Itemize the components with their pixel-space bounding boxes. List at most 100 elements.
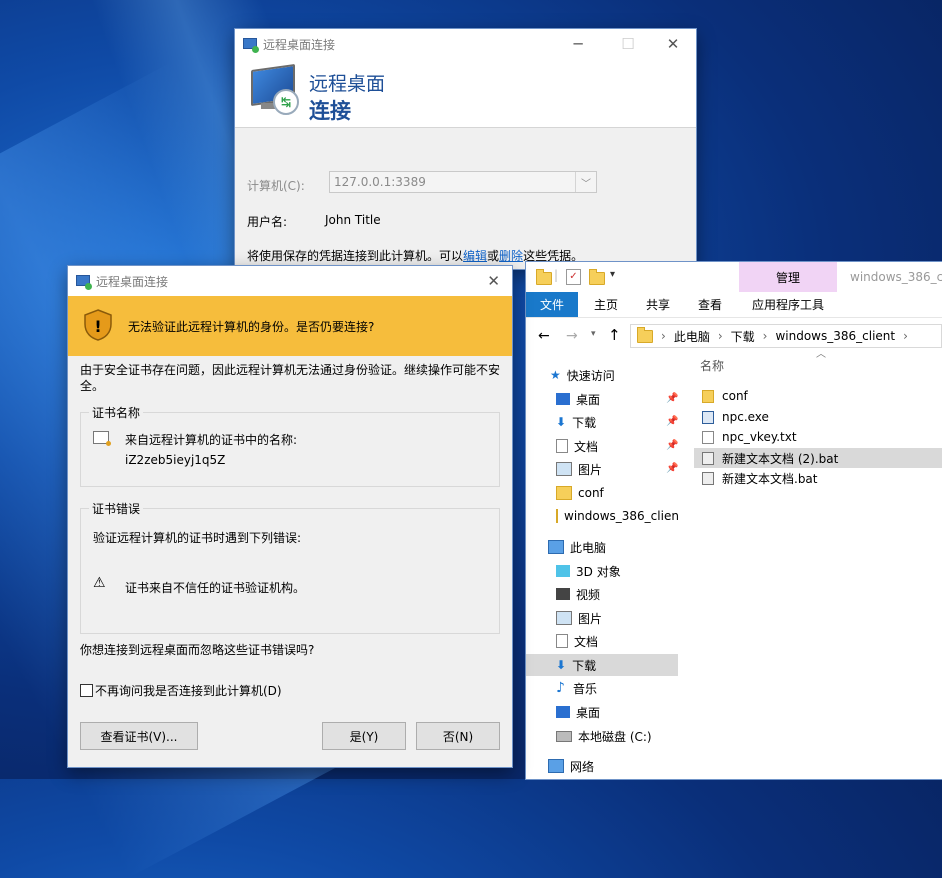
credentials-text: 将使用保存的凭据连接到此计算机。可以	[247, 249, 464, 263]
breadcrumb-current-folder[interactable]: windows_386_client	[775, 329, 895, 343]
file-row[interactable]: 新建文本文档.bat	[694, 468, 942, 488]
download-arrow-icon: ⬇	[556, 658, 567, 672]
nav-conf[interactable]: conf	[556, 482, 604, 504]
nav-label: 网络	[570, 759, 595, 774]
nav-downloads-pc[interactable]: ⬇ 下载	[526, 654, 678, 676]
delete-credentials-link[interactable]: 删除	[499, 249, 523, 263]
nav-desktop[interactable]: 桌面	[556, 388, 600, 410]
cube-icon	[556, 565, 570, 577]
pin-icon[interactable]: 📌	[666, 393, 678, 404]
file-row[interactable]: npc_vkey.txt	[694, 427, 942, 447]
nav-this-pc[interactable]: 此电脑	[548, 536, 606, 558]
nav-quick-access[interactable]: ★ 快速访问	[550, 364, 615, 386]
up-arrow-icon[interactable]: ↑	[608, 326, 621, 344]
file-row[interactable]: npc.exe	[694, 407, 942, 427]
tab-file[interactable]: 文件	[526, 292, 579, 317]
edit-credentials-link[interactable]: 编辑	[463, 249, 487, 263]
tab-share[interactable]: 共享	[646, 292, 670, 317]
recent-locations-chevron-icon[interactable]: ▾	[591, 329, 596, 339]
nav-downloads[interactable]: ⬇ 下载	[556, 411, 596, 433]
computer-label: 计算机(C):	[247, 179, 305, 193]
folder-icon	[702, 389, 714, 403]
tab-view[interactable]: 查看	[698, 292, 722, 317]
batch-file-icon	[702, 451, 714, 465]
banner-subtitle: 连接	[309, 99, 351, 123]
warning-message: 无法验证此远程计算机的身份。是否仍要连接?	[128, 320, 375, 334]
document-icon	[556, 634, 568, 648]
nav-label: 文档	[574, 439, 599, 454]
address-bar[interactable]: › 此电脑 › 下载 › windows_386_client ›	[630, 324, 942, 348]
nav-desktop-pc[interactable]: 桌面	[556, 701, 600, 723]
close-button[interactable]: ✕	[487, 272, 500, 290]
tab-manage[interactable]: 管理	[739, 262, 837, 292]
pin-icon[interactable]: 📌	[666, 463, 678, 474]
folder-icon	[637, 326, 653, 343]
pin-icon[interactable]: 📌	[666, 440, 678, 451]
music-note-icon: ♪	[556, 680, 565, 696]
nav-3d-objects[interactable]: 3D 对象	[556, 560, 621, 582]
file-row[interactable]: 新建文本文档 (2).bat	[694, 448, 942, 468]
nav-label: windows_386_clien	[564, 509, 678, 523]
nav-pictures-pc[interactable]: 图片	[556, 607, 602, 629]
forward-arrow-icon[interactable]: →	[566, 328, 578, 344]
file-row[interactable]: conf	[694, 386, 942, 406]
nav-network[interactable]: 网络	[548, 755, 594, 777]
new-folder-icon[interactable]	[589, 269, 605, 285]
nav-documents[interactable]: 文档	[556, 435, 598, 457]
column-header-name[interactable]: 名称	[700, 357, 724, 374]
drive-icon	[556, 730, 572, 742]
nav-client-folder[interactable]: windows_386_clien	[556, 505, 678, 527]
tab-application-tools[interactable]: 应用程序工具	[739, 292, 837, 317]
pin-icon[interactable]: 📌	[666, 416, 678, 427]
chevron-down-icon[interactable]: ﹀	[575, 172, 596, 192]
breadcrumb-downloads[interactable]: 下载	[731, 328, 755, 345]
breadcrumb-separator: ›	[903, 329, 908, 343]
username-value: John Title	[325, 213, 381, 227]
minimize-button[interactable]: ─	[555, 29, 601, 59]
nav-videos[interactable]: 视频	[556, 583, 600, 605]
file-name: npc_vkey.txt	[722, 430, 797, 444]
back-arrow-icon[interactable]: ←	[538, 328, 550, 344]
nav-label: 3D 对象	[576, 564, 621, 579]
dialog-titlebar: 远程桌面连接 ✕	[68, 266, 512, 296]
nav-local-disk[interactable]: 本地磁盘 (C:)	[556, 725, 652, 747]
separator: |	[554, 268, 559, 282]
nav-pictures[interactable]: 图片	[556, 458, 602, 480]
rdp-titlebar: 远程桌面连接 ─ ☐ ✕	[235, 29, 696, 59]
folder-icon	[536, 269, 552, 285]
download-arrow-icon: ⬇	[556, 415, 567, 429]
credentials-text: 这些凭据。	[523, 249, 584, 263]
folder-icon	[556, 509, 558, 523]
customize-toolbar-chevron-icon[interactable]: ▾	[610, 269, 615, 280]
nav-music[interactable]: ♪ 音乐	[556, 677, 597, 699]
credentials-text: 或	[487, 249, 500, 263]
dont-ask-checkbox-label[interactable]: 不再询问我是否连接到此计算机(D)	[95, 682, 282, 699]
desktop-icon	[556, 393, 570, 405]
network-icon	[548, 759, 564, 773]
tab-home[interactable]: 主页	[594, 292, 618, 317]
yes-button[interactable]: 是(Y)	[322, 722, 406, 750]
nav-label: 下载	[572, 658, 597, 673]
close-button[interactable]: ✕	[650, 29, 696, 59]
maximize-button[interactable]: ☐	[605, 29, 651, 59]
quick-access-toolbar: | ✓ ▾ 管理 windows_386_clie	[526, 262, 942, 292]
text-file-icon	[702, 430, 714, 444]
properties-icon[interactable]: ✓	[566, 269, 581, 285]
intro-text: 由于安全证书存在问题，因此远程计算机无法通过身份验证。继续操作可能不安全。	[80, 363, 501, 393]
dont-ask-checkbox[interactable]	[80, 684, 93, 697]
nav-label: 桌面	[576, 392, 601, 407]
dialog-title: 远程桌面连接	[96, 274, 169, 289]
navigation-bar: ← → ▾ ↑ › 此电脑 › 下载 › windows_386_client …	[526, 318, 942, 354]
svg-text:!: !	[94, 317, 101, 336]
nav-label: 下载	[572, 415, 597, 430]
certificate-errors-group: 证书错误 验证远程计算机的证书时遇到下列错误: ⚠ 证书来自不信任的证书验证机构…	[80, 500, 500, 634]
view-certificate-button[interactable]: 查看证书(V)...	[80, 722, 198, 750]
nav-documents-pc[interactable]: 文档	[556, 630, 598, 652]
remote-desktop-monitor-icon: ↹	[251, 63, 299, 117]
no-button[interactable]: 否(N)	[416, 722, 500, 750]
breadcrumb-this-pc[interactable]: 此电脑	[674, 328, 710, 345]
certificate-name-group: 证书名称 来自远程计算机的证书中的名称: iZ2zeb5ieyj1q5Z	[80, 404, 500, 487]
sort-chevron-up-icon: ︿	[816, 349, 826, 360]
computer-combo[interactable]: 127.0.0.1:3389 ﹀	[329, 171, 597, 193]
file-list: 名称 ︿ conf npc.exe npc_vkey.txt 新建文本文档 (2…	[694, 349, 942, 779]
